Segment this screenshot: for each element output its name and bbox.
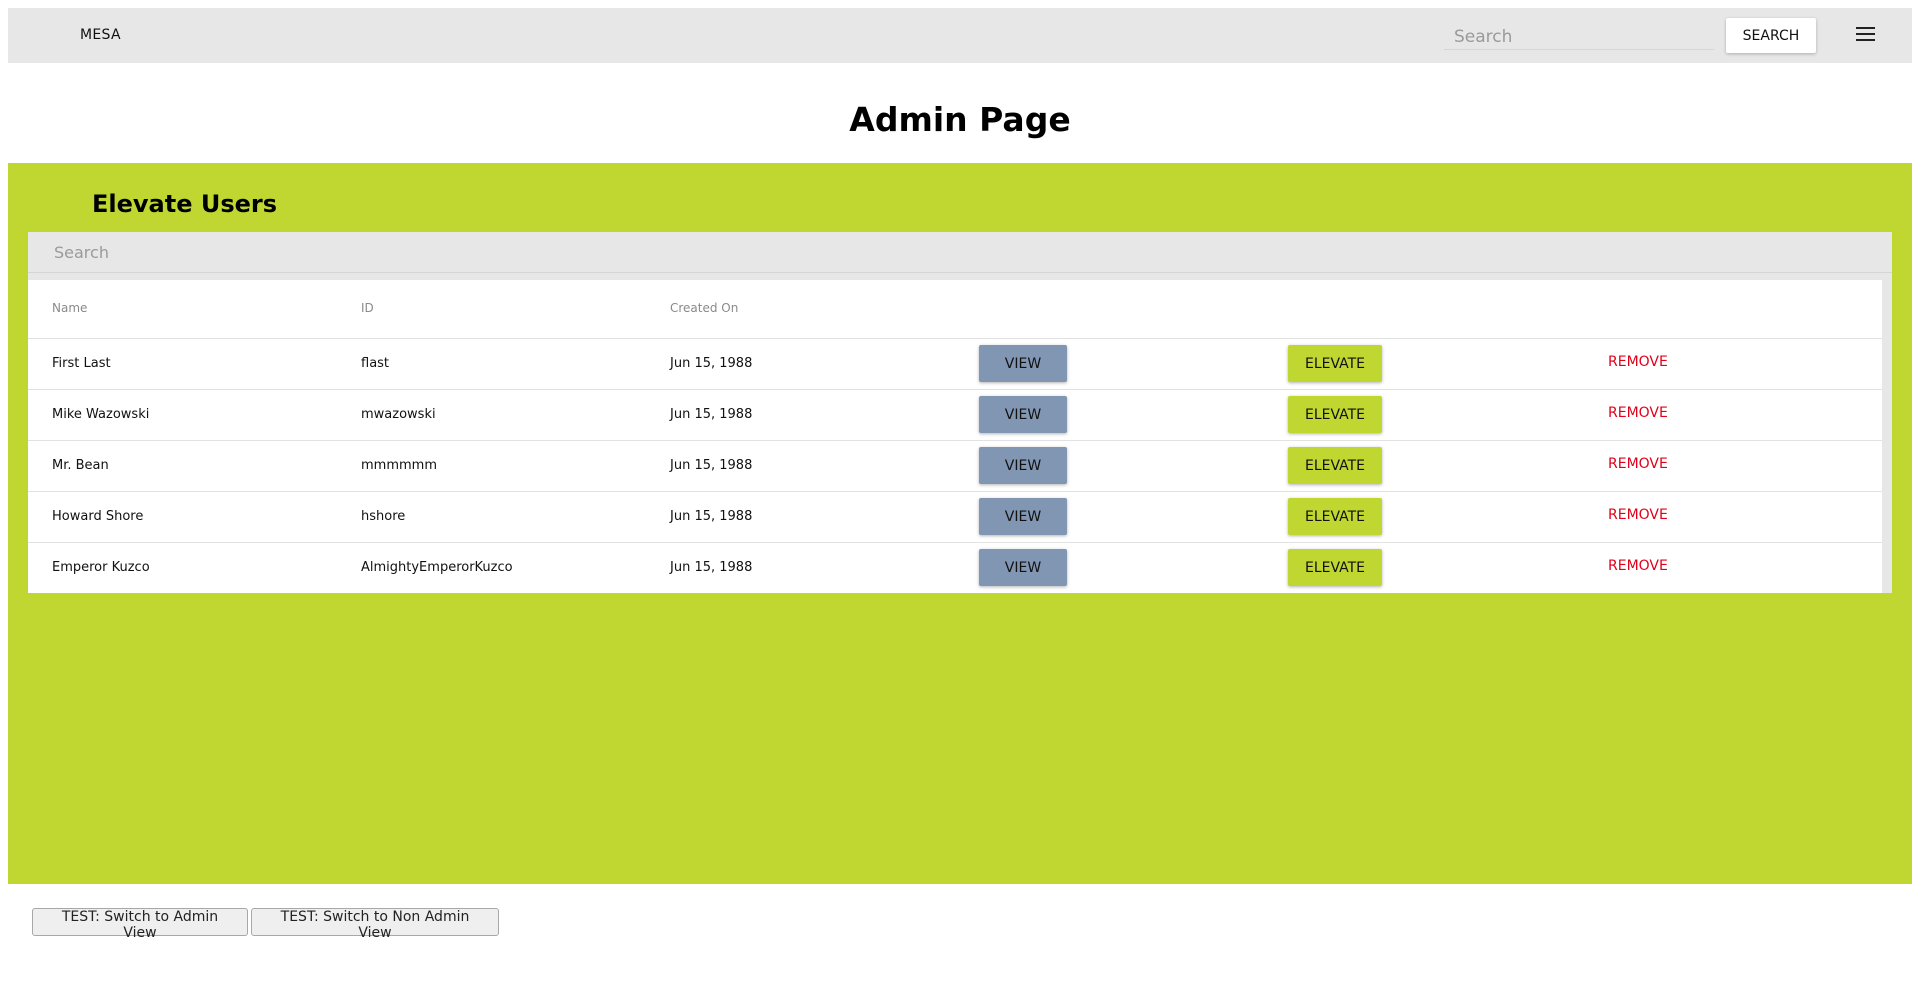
row-name: Howard Shore xyxy=(52,509,144,524)
row-id: AlmightyEmperorKuzco xyxy=(361,560,513,575)
row-id: mwazowski xyxy=(361,407,436,422)
test-non-admin-view-button[interactable]: TEST: Switch to Non Admin View xyxy=(251,908,499,941)
elevate-button[interactable]: ELEVATE xyxy=(1288,498,1382,535)
elevate-button[interactable]: ELEVATE xyxy=(1288,549,1382,586)
test-admin-view-button[interactable]: TEST: Switch to Admin View xyxy=(32,908,248,941)
row-created-on: Jun 15, 1988 xyxy=(670,509,753,524)
column-header-id: ID xyxy=(361,301,374,315)
users-table: Name ID Created On First Last flast Jun … xyxy=(28,232,1892,593)
brand-logo-text[interactable]: MESA xyxy=(80,27,121,43)
column-header-name: Name xyxy=(52,301,88,315)
remove-button[interactable]: REMOVE xyxy=(1608,507,1668,523)
view-button[interactable]: VIEW xyxy=(979,345,1067,382)
top-navbar: MESA SEARCH xyxy=(8,8,1912,63)
hamburger-menu-icon[interactable] xyxy=(1856,27,1876,43)
table-row: First Last flast Jun 15, 1988 VIEW ELEVA… xyxy=(28,339,1882,390)
table-search-bar xyxy=(28,232,1892,280)
table-row: Emperor Kuzco AlmightyEmperorKuzco Jun 1… xyxy=(28,543,1882,593)
table-body: First Last flast Jun 15, 1988 VIEW ELEVA… xyxy=(28,339,1882,593)
row-name: Mike Wazowski xyxy=(52,407,150,422)
table-row: Mike Wazowski mwazowski Jun 15, 1988 VIE… xyxy=(28,390,1882,441)
row-created-on: Jun 15, 1988 xyxy=(670,458,753,473)
row-name: Emperor Kuzco xyxy=(52,560,150,575)
elevate-button[interactable]: ELEVATE xyxy=(1288,447,1382,484)
row-name: First Last xyxy=(52,356,111,371)
users-search-input[interactable] xyxy=(28,232,1892,273)
elevate-button[interactable]: ELEVATE xyxy=(1288,396,1382,433)
panel-title: Elevate Users xyxy=(92,190,278,218)
row-id: hshore xyxy=(361,509,406,524)
elevate-button[interactable]: ELEVATE xyxy=(1288,345,1382,382)
row-created-on: Jun 15, 1988 xyxy=(670,407,753,422)
view-button[interactable]: VIEW xyxy=(979,396,1067,433)
row-id: mmmmmm xyxy=(361,458,437,473)
elevate-users-panel: Elevate Users Name ID Created On First L… xyxy=(8,163,1912,884)
row-id: flast xyxy=(361,356,390,371)
table-header: Name ID Created On xyxy=(28,280,1882,339)
page-title: Admin Page xyxy=(849,100,1071,139)
header-search-button[interactable]: SEARCH xyxy=(1726,18,1816,53)
remove-button[interactable]: REMOVE xyxy=(1608,558,1668,574)
table-scrollbar[interactable] xyxy=(1882,280,1892,593)
header-search-input[interactable] xyxy=(1444,24,1714,50)
row-name: Mr. Bean xyxy=(52,458,109,473)
row-created-on: Jun 15, 1988 xyxy=(670,560,753,575)
row-created-on: Jun 15, 1988 xyxy=(670,356,753,371)
remove-button[interactable]: REMOVE xyxy=(1608,354,1668,370)
remove-button[interactable]: REMOVE xyxy=(1608,405,1668,421)
table-row: Howard Shore hshore Jun 15, 1988 VIEW EL… xyxy=(28,492,1882,543)
view-button[interactable]: VIEW xyxy=(979,549,1067,586)
table-row: Mr. Bean mmmmmm Jun 15, 1988 VIEW ELEVAT… xyxy=(28,441,1882,492)
column-header-created-on: Created On xyxy=(670,301,739,315)
view-button[interactable]: VIEW xyxy=(979,498,1067,535)
view-button[interactable]: VIEW xyxy=(979,447,1067,484)
remove-button[interactable]: REMOVE xyxy=(1608,456,1668,472)
